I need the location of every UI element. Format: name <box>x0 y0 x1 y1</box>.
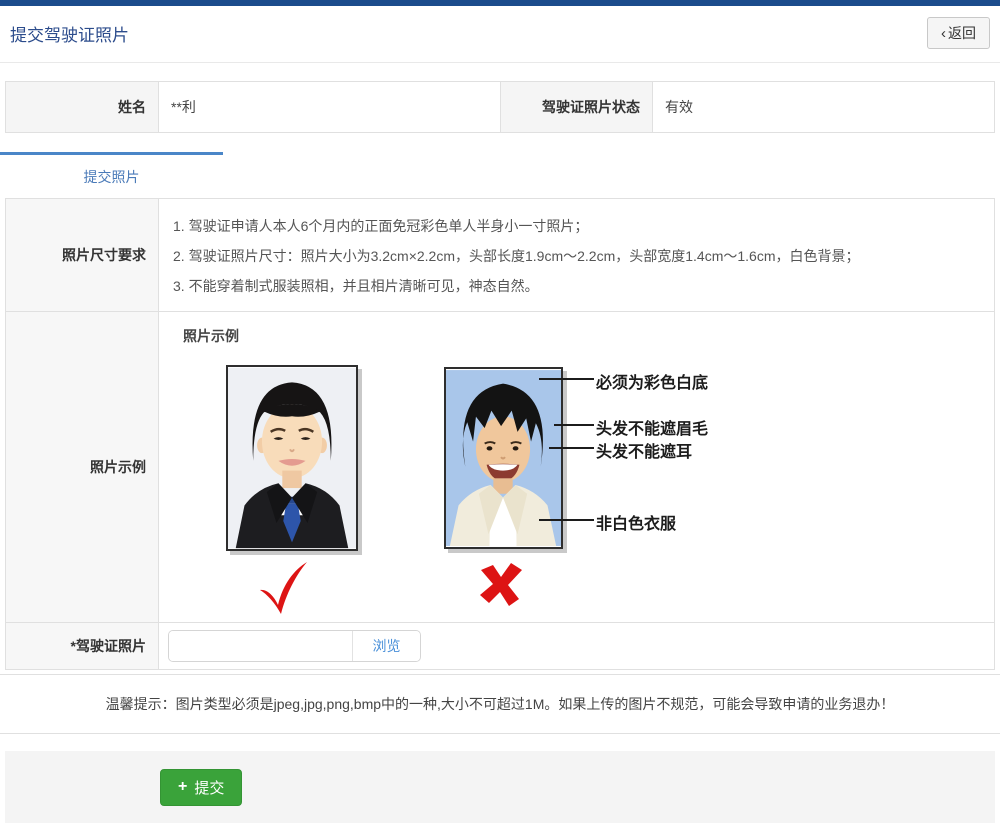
annotation-eyebrows: 头发不能遮眉毛 <box>596 415 708 439</box>
submit-button[interactable]: + 提交 <box>160 769 242 806</box>
requirement-line-2: 2. 驾驶证照片尺寸：照片大小为3.2cm×2.2cm，头部长度1.9cm～2.… <box>173 241 984 271</box>
driver-info-row: 姓名 **利 驾驶证照片状态 有效 <box>5 81 995 133</box>
tip-text: 温馨提示：图片类型必须是jpeg,jpg,png,bmp中的一种,大小不可超过1… <box>0 674 1000 734</box>
requirements-text: 1. 驾驶证申请人本人6个月内的正面免冠彩色单人半身小一寸照片； 2. 驾驶证照… <box>159 199 994 311</box>
plus-icon: + <box>178 779 187 795</box>
tab-bar: 提交照片 <box>0 152 1000 198</box>
photo-status-value: 有效 <box>653 82 994 132</box>
annotation-line-4 <box>539 519 594 521</box>
page-header: 提交驾驶证照片 ‹ 返回 <box>0 6 1000 63</box>
tab-submit-photo[interactable]: 提交照片 <box>0 152 223 198</box>
annotation-line-3 <box>549 447 594 449</box>
footer-panel: + 提交 <box>5 751 995 823</box>
annotation-line-1 <box>539 378 594 380</box>
back-button[interactable]: ‹ 返回 <box>927 17 990 49</box>
example-content: 照片示例 <box>159 312 994 622</box>
requirements-label: 照片尺寸要求 <box>6 199 159 311</box>
photo-form-table: 照片尺寸要求 1. 驾驶证申请人本人6个月内的正面免冠彩色单人半身小一寸照片； … <box>5 198 995 670</box>
upload-content: 浏览 <box>159 623 994 669</box>
upload-row: *驾驶证照片 浏览 <box>6 623 994 669</box>
requirement-line-1: 1. 驾驶证申请人本人6个月内的正面免冠彩色单人半身小一寸照片； <box>173 211 984 241</box>
example-label: 照片示例 <box>6 312 159 622</box>
browse-button[interactable]: 浏览 <box>352 631 420 661</box>
cross-icon <box>477 560 525 608</box>
requirements-row: 照片尺寸要求 1. 驾驶证申请人本人6个月内的正面免冠彩色单人半身小一寸照片； … <box>6 199 994 312</box>
example-heading: 照片示例 <box>183 326 239 346</box>
name-value: **利 <box>159 82 500 132</box>
back-button-label: 返回 <box>948 23 976 43</box>
good-portrait-illustration <box>228 367 356 549</box>
submit-button-label: 提交 <box>194 777 224 798</box>
page-title: 提交驾驶证照片 <box>10 21 129 46</box>
name-label: 姓名 <box>6 82 159 132</box>
annotation-white-background: 必须为彩色白底 <box>596 369 708 393</box>
annotation-line-2 <box>554 424 594 426</box>
bad-example-photo <box>444 367 563 549</box>
file-upload-control: 浏览 <box>168 630 421 662</box>
example-row: 照片示例 照片示例 <box>6 312 994 623</box>
license-photo-file-input[interactable] <box>169 631 352 661</box>
good-example-photo <box>226 365 358 551</box>
checkmark-icon <box>254 558 310 614</box>
annotation-ears: 头发不能遮耳 <box>596 438 692 462</box>
upload-label: *驾驶证照片 <box>6 623 159 669</box>
photo-status-label: 驾驶证照片状态 <box>500 82 653 132</box>
requirement-line-3: 3. 不能穿着制式服装照相，并且相片清晰可见，神态自然。 <box>173 271 984 301</box>
chevron-left-icon: ‹ <box>941 26 946 41</box>
annotation-clothing: 非白色衣服 <box>596 510 676 534</box>
